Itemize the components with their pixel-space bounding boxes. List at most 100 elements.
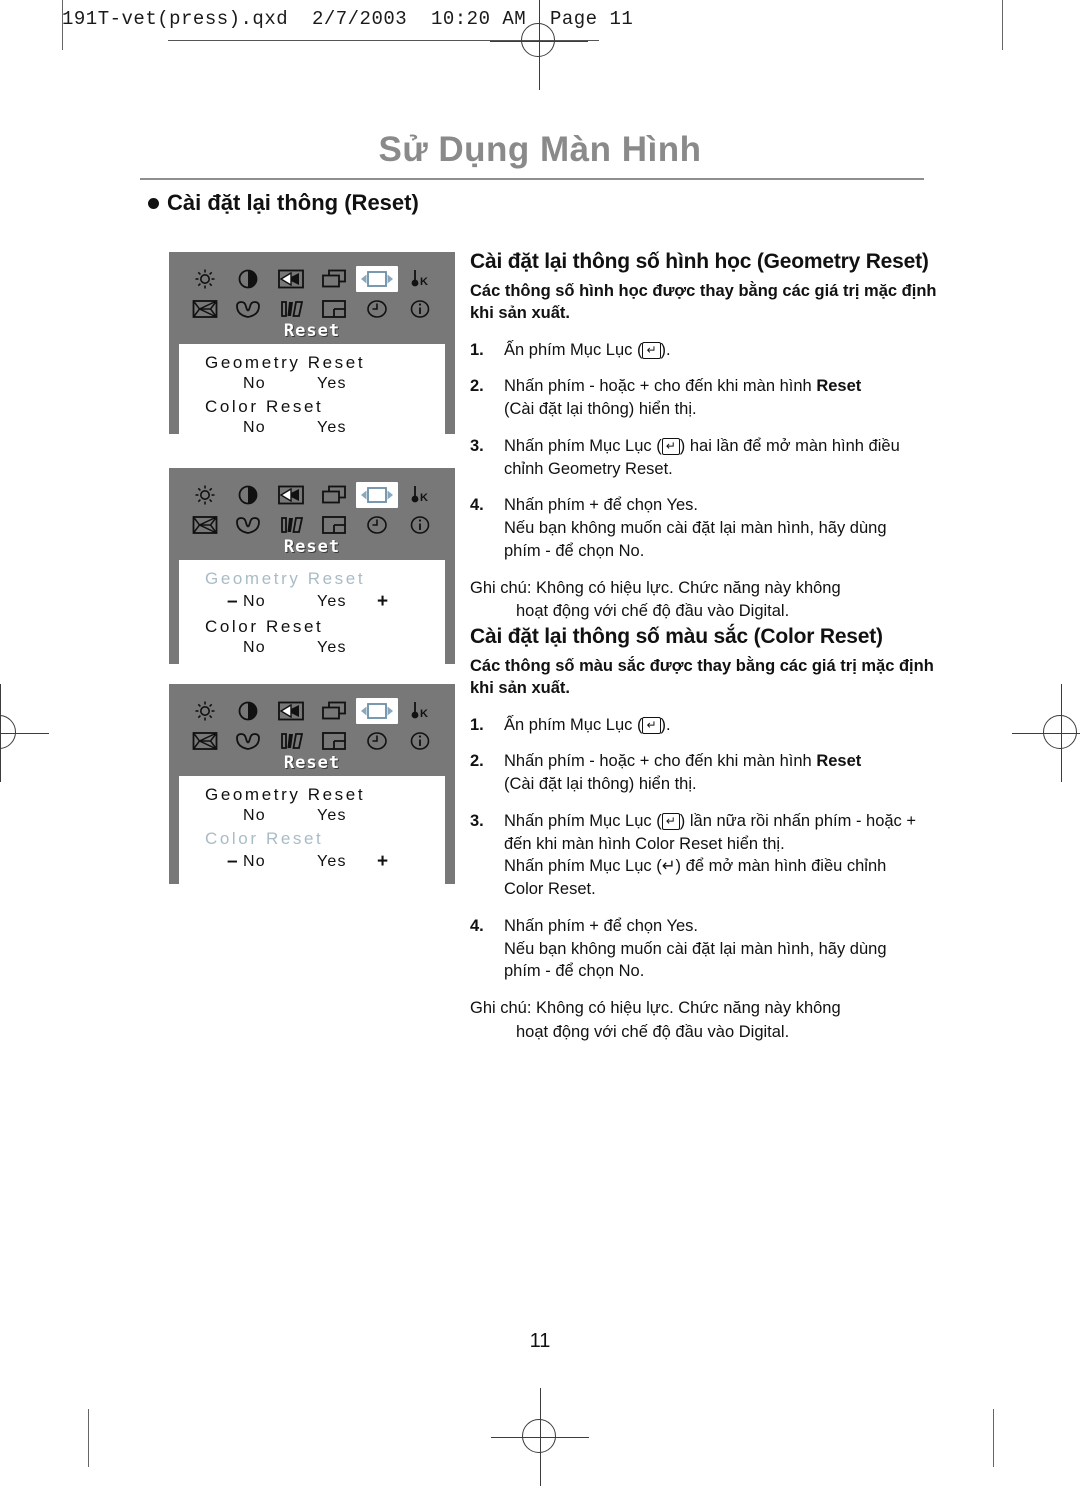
osd-panel-geometry-selected: K Reset Geometry Reset – No Yes + Color … (169, 468, 455, 672)
minus-sign-color[interactable]: – (227, 851, 243, 873)
clock-icon[interactable] (362, 512, 392, 538)
clock-icon[interactable] (362, 296, 392, 322)
image-lock-icon[interactable] (276, 482, 306, 508)
color-reset-intro: Các thông số màu sắc được thay bằng các … (470, 657, 934, 698)
option-no-geometry[interactable]: No (243, 807, 317, 825)
option-no-geometry[interactable]: No (243, 375, 317, 393)
parallelogram-icon[interactable] (276, 512, 306, 538)
geometry-reset-section: Cài đặt lại thông số hình học (Geometry … (470, 250, 940, 624)
option-no-color[interactable]: No (243, 639, 317, 657)
trapezoid-icon[interactable] (233, 512, 263, 538)
minus-sign-geometry[interactable]: – (227, 591, 243, 613)
position-icon[interactable] (319, 698, 349, 724)
menu-options-geometry: No Yes (179, 375, 445, 393)
contrast-icon[interactable] (233, 482, 263, 508)
option-yes-geometry[interactable]: Yes (317, 593, 377, 611)
contrast-icon[interactable] (233, 266, 263, 292)
information-icon[interactable] (405, 512, 435, 538)
page-number: 11 (529, 1330, 551, 1352)
option-no-geometry[interactable]: No (243, 593, 317, 611)
step-number: 2. (470, 752, 484, 771)
reset-icon[interactable] (355, 266, 398, 292)
geometry-reset-note: Ghi chú: Không có hiệu lực. Chức năng nà… (470, 577, 940, 624)
color-temperature-icon[interactable]: K (405, 482, 435, 508)
geometry-reset-steps: 1. Ấn phím Mục Lục (↵). 2. Nhấn phím - h… (470, 339, 940, 563)
osd-menu: Geometry Reset No Yes Color Reset – No Y… (179, 776, 445, 888)
pincushion-icon[interactable] (190, 296, 220, 322)
osd-position-icon[interactable] (319, 296, 349, 322)
step-number: 1. (470, 340, 484, 359)
step-number: 2. (470, 377, 484, 396)
plus-sign-geometry[interactable]: + (377, 591, 393, 613)
osd-icon-grid: K (179, 480, 445, 540)
svg-text:K: K (420, 492, 428, 504)
osd-position-icon[interactable] (319, 728, 349, 754)
geometry-reset-heading: Cài đặt lại thông số hình học (Geometry … (470, 250, 929, 273)
note-line-2: hoạt động với chế độ đầu vào Digital. (516, 1022, 790, 1041)
color-reset-steps: 1. Ấn phím Mục Lục (↵). 2. Nhấn phím - h… (470, 714, 940, 984)
menu-item-color-reset[interactable]: Color Reset (179, 829, 445, 849)
step-number: 4. (470, 496, 484, 515)
osd-menu: Geometry Reset – No Yes + Color Reset No… (179, 560, 445, 672)
parallelogram-icon[interactable] (276, 296, 306, 322)
information-icon[interactable] (405, 728, 435, 754)
step-text: Nhấn phím - hoặc + cho đến khi màn hình … (504, 377, 862, 419)
svg-text:K: K (420, 276, 428, 288)
section-heading: Cài đặt lại thông (Reset) (148, 190, 419, 216)
step-item: 2. Nhấn phím - hoặc + cho đến khi màn hì… (470, 375, 940, 421)
trapezoid-icon[interactable] (233, 728, 263, 754)
geometry-reset-intro: Các thông số hình học được thay bằng các… (470, 282, 937, 323)
step-text: Nhấn phím + để chọn Yes. Nếu bạn không mu… (504, 496, 887, 560)
bullet-dot-icon (148, 197, 159, 209)
option-yes-geometry[interactable]: Yes (317, 375, 377, 393)
contrast-icon[interactable] (233, 698, 263, 724)
clock-icon[interactable] (362, 728, 392, 754)
plus-sign-color[interactable]: + (377, 851, 393, 873)
reset-icon[interactable] (355, 482, 398, 508)
osd-panel-default: K Reset Geometry Reset No Yes Color Rese… (169, 252, 455, 452)
option-yes-color[interactable]: Yes (317, 639, 377, 657)
step-item: 4. Nhấn phím + để chọn Yes. Nếu bạn không… (470, 494, 940, 562)
menu-item-geometry-reset[interactable]: Geometry Reset (179, 569, 445, 589)
brightness-icon[interactable] (190, 482, 220, 508)
reset-icon[interactable] (355, 698, 398, 724)
parallelogram-icon[interactable] (276, 728, 306, 754)
step-item: 3. Nhấn phím Mục Lục (↵) hai lần để mở m… (470, 435, 940, 481)
position-icon[interactable] (319, 482, 349, 508)
osd-icon-grid: K (179, 264, 445, 324)
osd-position-icon[interactable] (319, 512, 349, 538)
option-no-color[interactable]: No (243, 419, 317, 437)
step-text: Ấn phím Mục Lục (↵). (504, 340, 671, 359)
step-text: Nhấn phím Mục Lục (↵) lần nữa rồi nhấn p… (504, 811, 917, 899)
menu-item-geometry-reset[interactable]: Geometry Reset (179, 353, 445, 373)
menu-item-color-reset[interactable]: Color Reset (179, 617, 445, 637)
osd-icon-grid: K (179, 696, 445, 756)
step-text: Nhấn phím - hoặc + cho đến khi màn hình … (504, 752, 862, 794)
note-line-2: hoạt động với chế độ đầu vào Digital. (516, 602, 790, 621)
option-yes-color[interactable]: Yes (317, 853, 377, 871)
menu-options-color: No Yes (179, 419, 445, 437)
brightness-icon[interactable] (190, 266, 220, 292)
page-title: Sử Dụng Màn Hình (378, 130, 702, 169)
step-item: 2. Nhấn phím - hoặc + cho đến khi màn hì… (470, 750, 940, 796)
brightness-icon[interactable] (190, 698, 220, 724)
option-yes-geometry[interactable]: Yes (317, 807, 377, 825)
trapezoid-icon[interactable] (233, 296, 263, 322)
menu-key-icon: ↵ (642, 716, 661, 734)
image-lock-icon[interactable] (276, 266, 306, 292)
option-yes-color[interactable]: Yes (317, 419, 377, 437)
note-line-1: Ghi chú: Không có hiệu lực. Chức năng nà… (470, 578, 841, 597)
menu-item-geometry-reset[interactable]: Geometry Reset (179, 785, 445, 805)
information-icon[interactable] (405, 296, 435, 322)
option-no-color[interactable]: No (243, 853, 317, 871)
menu-item-color-reset[interactable]: Color Reset (179, 397, 445, 417)
pincushion-icon[interactable] (190, 512, 220, 538)
menu-key-icon: ↵ (661, 437, 680, 455)
image-lock-icon[interactable] (276, 698, 306, 724)
color-temperature-icon[interactable]: K (405, 698, 435, 724)
step-number: 4. (470, 916, 484, 935)
pincushion-icon[interactable] (190, 728, 220, 754)
color-temperature-icon[interactable]: K (405, 266, 435, 292)
position-icon[interactable] (319, 266, 349, 292)
step-number: 1. (470, 715, 484, 734)
